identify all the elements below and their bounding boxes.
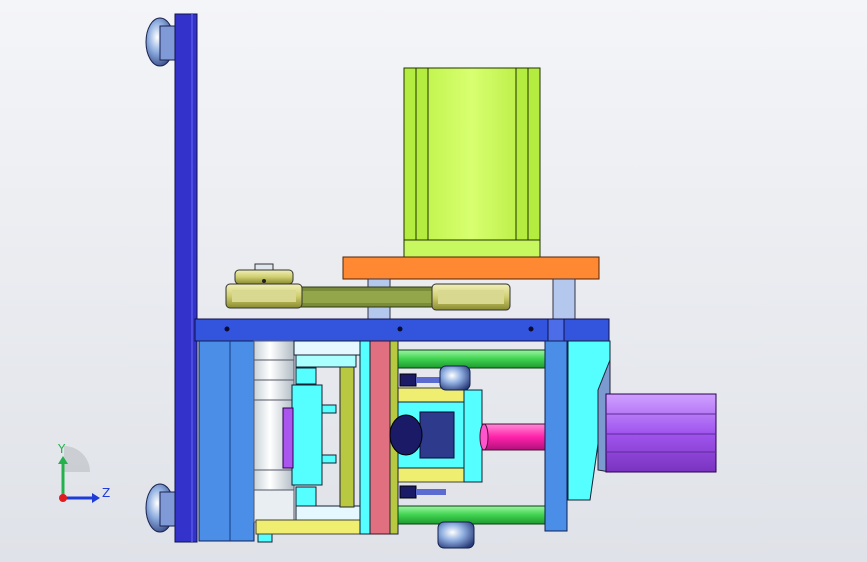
rail-hole — [224, 326, 230, 332]
magenta-piston-rod[interactable] — [481, 423, 549, 451]
clamp-block-bottom[interactable] — [437, 521, 475, 549]
motor-mount-plate[interactable] — [342, 256, 600, 280]
purple-cylinder[interactable] — [597, 359, 717, 473]
stepper-motor[interactable] — [403, 67, 541, 259]
rail-hole — [528, 326, 534, 332]
pulley-left[interactable] — [225, 263, 303, 309]
bolt-lower — [399, 485, 446, 499]
x-axis-dot — [59, 494, 67, 502]
guide-rod-bottom[interactable] — [397, 505, 549, 525]
rail-hole — [397, 326, 403, 332]
cyan-gripper-arm[interactable] — [291, 384, 323, 486]
cad-3d-viewport[interactable]: Y Z — [0, 0, 867, 562]
foot-pad-bottom[interactable] — [145, 483, 177, 533]
pink-plate[interactable] — [369, 340, 391, 535]
yellow-plate-bottom[interactable] — [255, 519, 375, 535]
olive-plate[interactable] — [339, 366, 355, 508]
foot-pad-top[interactable] — [145, 17, 177, 67]
cad-model-assembly[interactable] — [0, 0, 867, 562]
standoff-right[interactable] — [552, 278, 576, 320]
pulley-right[interactable] — [431, 283, 511, 311]
bolt-upper — [399, 373, 446, 387]
navy-hub[interactable] — [389, 414, 423, 456]
purple-jaw[interactable] — [282, 407, 294, 469]
guide-rod-top[interactable] — [397, 349, 549, 369]
y-axis-label: Y — [58, 442, 66, 456]
left-slide-block[interactable] — [198, 340, 255, 542]
z-axis-label: Z — [102, 486, 111, 500]
vertical-base-plate[interactable] — [174, 13, 198, 543]
clamp-block-top[interactable] — [439, 365, 471, 391]
blue-end-block[interactable] — [544, 340, 568, 532]
